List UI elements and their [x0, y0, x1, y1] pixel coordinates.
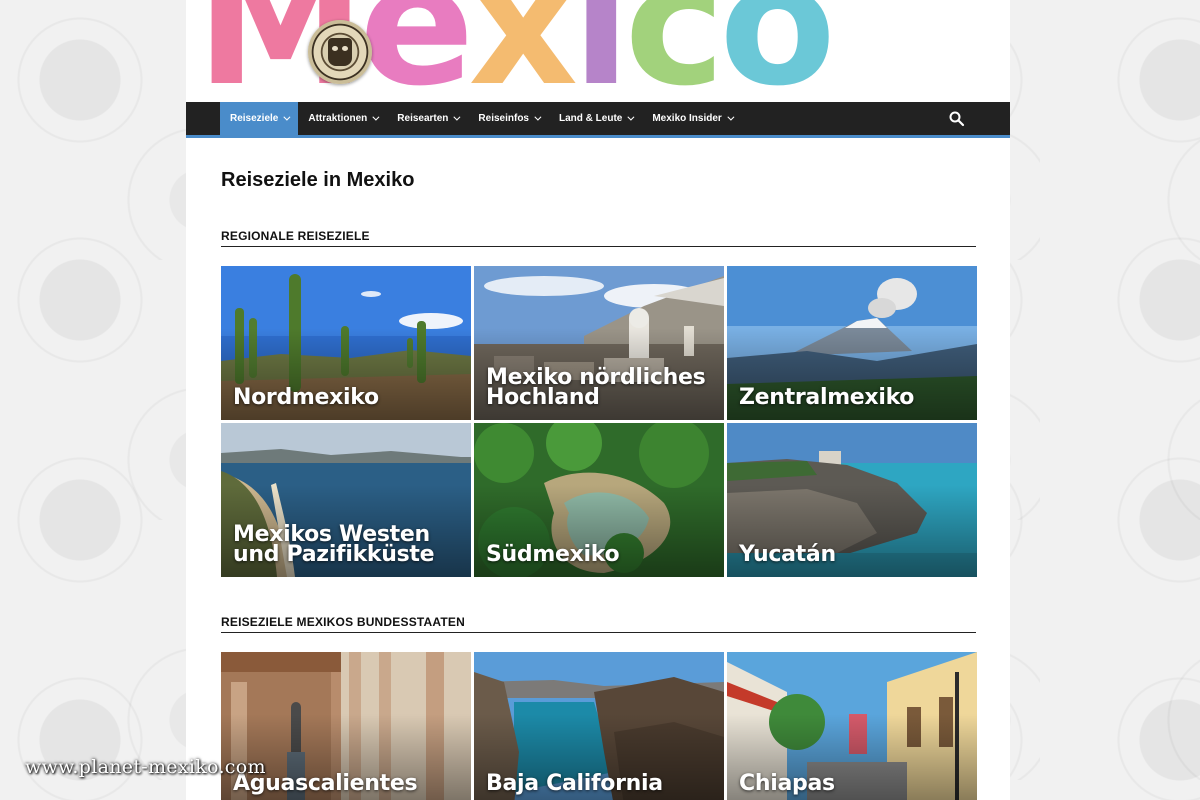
nav-item-land-leute[interactable]: Land & Leute [549, 102, 642, 135]
site-watermark: www.planet-mexiko.com [25, 756, 266, 778]
tile-baja-california[interactable]: Baja California [474, 652, 724, 800]
nav-item-label: Reisearten [397, 113, 449, 124]
aztec-mask-icon [328, 38, 352, 66]
chevron-down-icon [627, 113, 635, 121]
logo-letter: x [468, 0, 578, 102]
nav-item-label: Land & Leute [559, 113, 623, 124]
tile-westen-pazifikkueste[interactable]: Mexikos Westen und Pazifikküste [221, 423, 471, 577]
page-title: Reiseziele in Mexiko [221, 169, 415, 191]
tile-label: Mexiko nördliches Hochland [486, 365, 706, 410]
tile-label: Zentralmexiko [739, 385, 915, 410]
nav-item-attraktionen[interactable]: Attraktionen [298, 102, 387, 135]
nav-item-label: Attraktionen [308, 113, 368, 124]
tile-label: Yucatán [739, 542, 836, 567]
tile-label: Chiapas [739, 771, 835, 796]
nav-item-reiseziele[interactable]: Reiseziele [220, 102, 299, 135]
tile-chiapas[interactable]: Chiapas [727, 652, 977, 800]
regional-tile-grid: Nordmexiko Mexiko nördliches Hochland Ze… [221, 266, 977, 577]
logo-letter: o [719, 0, 836, 102]
nav-item-mexiko-insider[interactable]: Mexiko Insider [642, 102, 741, 135]
chevron-down-icon [727, 113, 735, 121]
logo-letter: e [359, 0, 474, 102]
nav-item-label: Reiseziele [230, 113, 279, 124]
tile-suedmexiko[interactable]: Südmexiko [474, 423, 724, 577]
chevron-down-icon [534, 113, 542, 121]
page-container: M e x i c o Reiseziele Attraktionen Reis… [186, 0, 1010, 800]
tile-label: Nordmexiko [233, 385, 379, 410]
tile-noerdliches-hochland[interactable]: Mexiko nördliches Hochland [474, 266, 724, 420]
nav-item-label: Mexiko Insider [652, 113, 722, 124]
section-heading-regional: REGIONALE REISEZIELE [221, 229, 976, 247]
logo-letter: i [572, 0, 630, 102]
nav-item-reisearten[interactable]: Reisearten [387, 102, 468, 135]
states-tile-grid: Aguascalientes Baja California Chiapas [221, 652, 977, 800]
chevron-down-icon [283, 113, 291, 121]
tile-label: Südmexiko [486, 542, 620, 567]
search-icon[interactable] [948, 110, 966, 128]
section-heading-bundesstaaten: REISEZIELE MEXIKOS BUNDESSTAATEN [221, 615, 976, 633]
site-header: M e x i c o [186, 0, 1010, 102]
tile-zentralmexiko[interactable]: Zentralmexiko [727, 266, 977, 420]
tile-label: Aguascalientes [233, 771, 418, 796]
tile-nordmexiko[interactable]: Nordmexiko [221, 266, 471, 420]
main-navigation: Reiseziele Attraktionen Reisearten Reise… [186, 102, 1010, 138]
chevron-down-icon [453, 113, 461, 121]
site-logo-medallion-icon[interactable] [308, 20, 372, 84]
logo-letter: c [624, 0, 725, 102]
tile-label: Baja California [486, 771, 663, 796]
nav-item-label: Reiseinfos [478, 113, 529, 124]
nav-item-reiseinfos[interactable]: Reiseinfos [468, 102, 549, 135]
tile-yucatan[interactable]: Yucatán [727, 423, 977, 577]
tile-label: Mexikos Westen und Pazifikküste [233, 522, 435, 567]
chevron-down-icon [372, 113, 380, 121]
